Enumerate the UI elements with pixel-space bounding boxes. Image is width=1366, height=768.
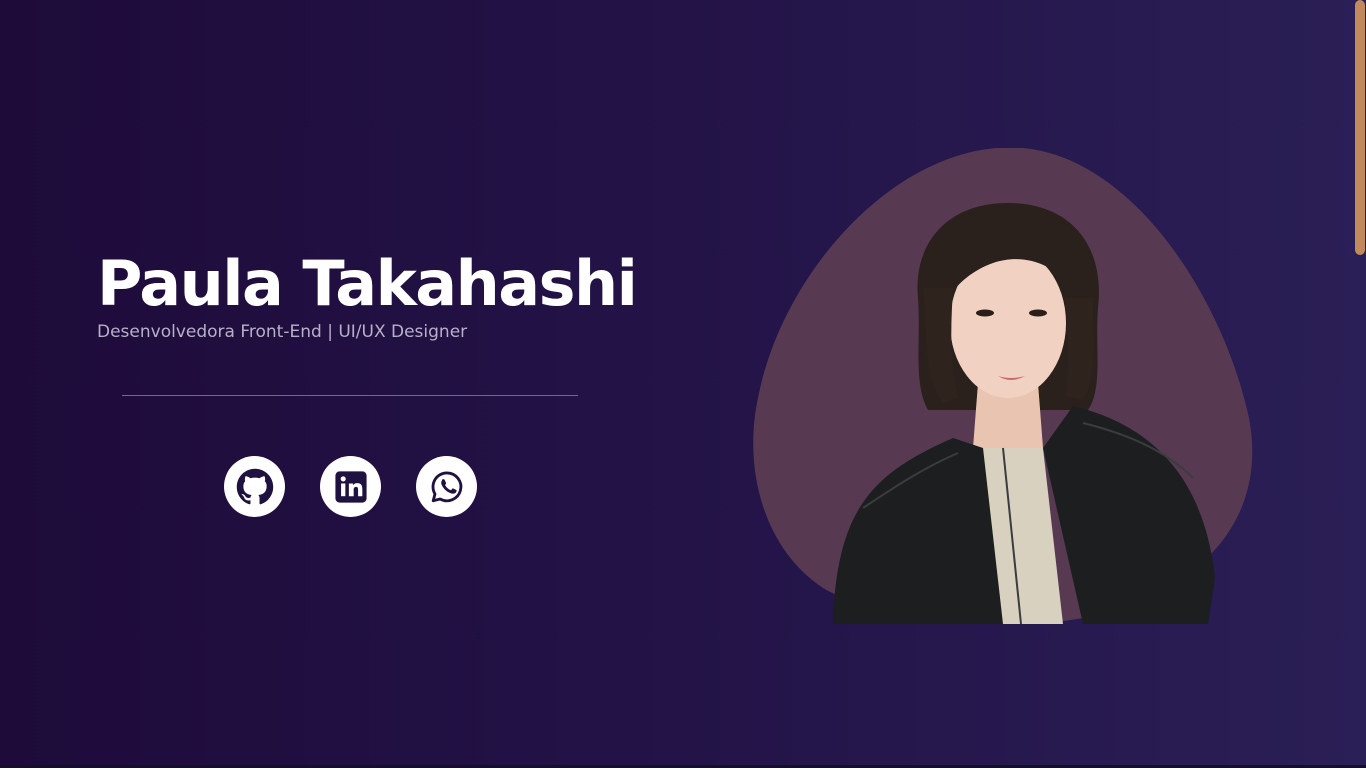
hero-name: Paula Takahashi <box>97 247 638 320</box>
github-icon <box>236 468 274 506</box>
profile-photo <box>753 148 1253 624</box>
hero-role: Desenvolvedora Front-End | UI/UX Designe… <box>97 322 468 342</box>
page-scrollbar[interactable] <box>1354 0 1366 768</box>
linkedin-link[interactable] <box>320 456 381 517</box>
linkedin-icon <box>334 470 368 504</box>
hero-divider <box>122 395 578 396</box>
whatsapp-link[interactable] <box>416 456 477 517</box>
social-links <box>224 456 477 517</box>
hero-text: Paula Takahashi Desenvolvedora Front-End… <box>97 247 638 343</box>
whatsapp-icon <box>429 469 465 505</box>
scrollbar-thumb[interactable] <box>1355 0 1365 255</box>
github-link[interactable] <box>224 456 285 517</box>
